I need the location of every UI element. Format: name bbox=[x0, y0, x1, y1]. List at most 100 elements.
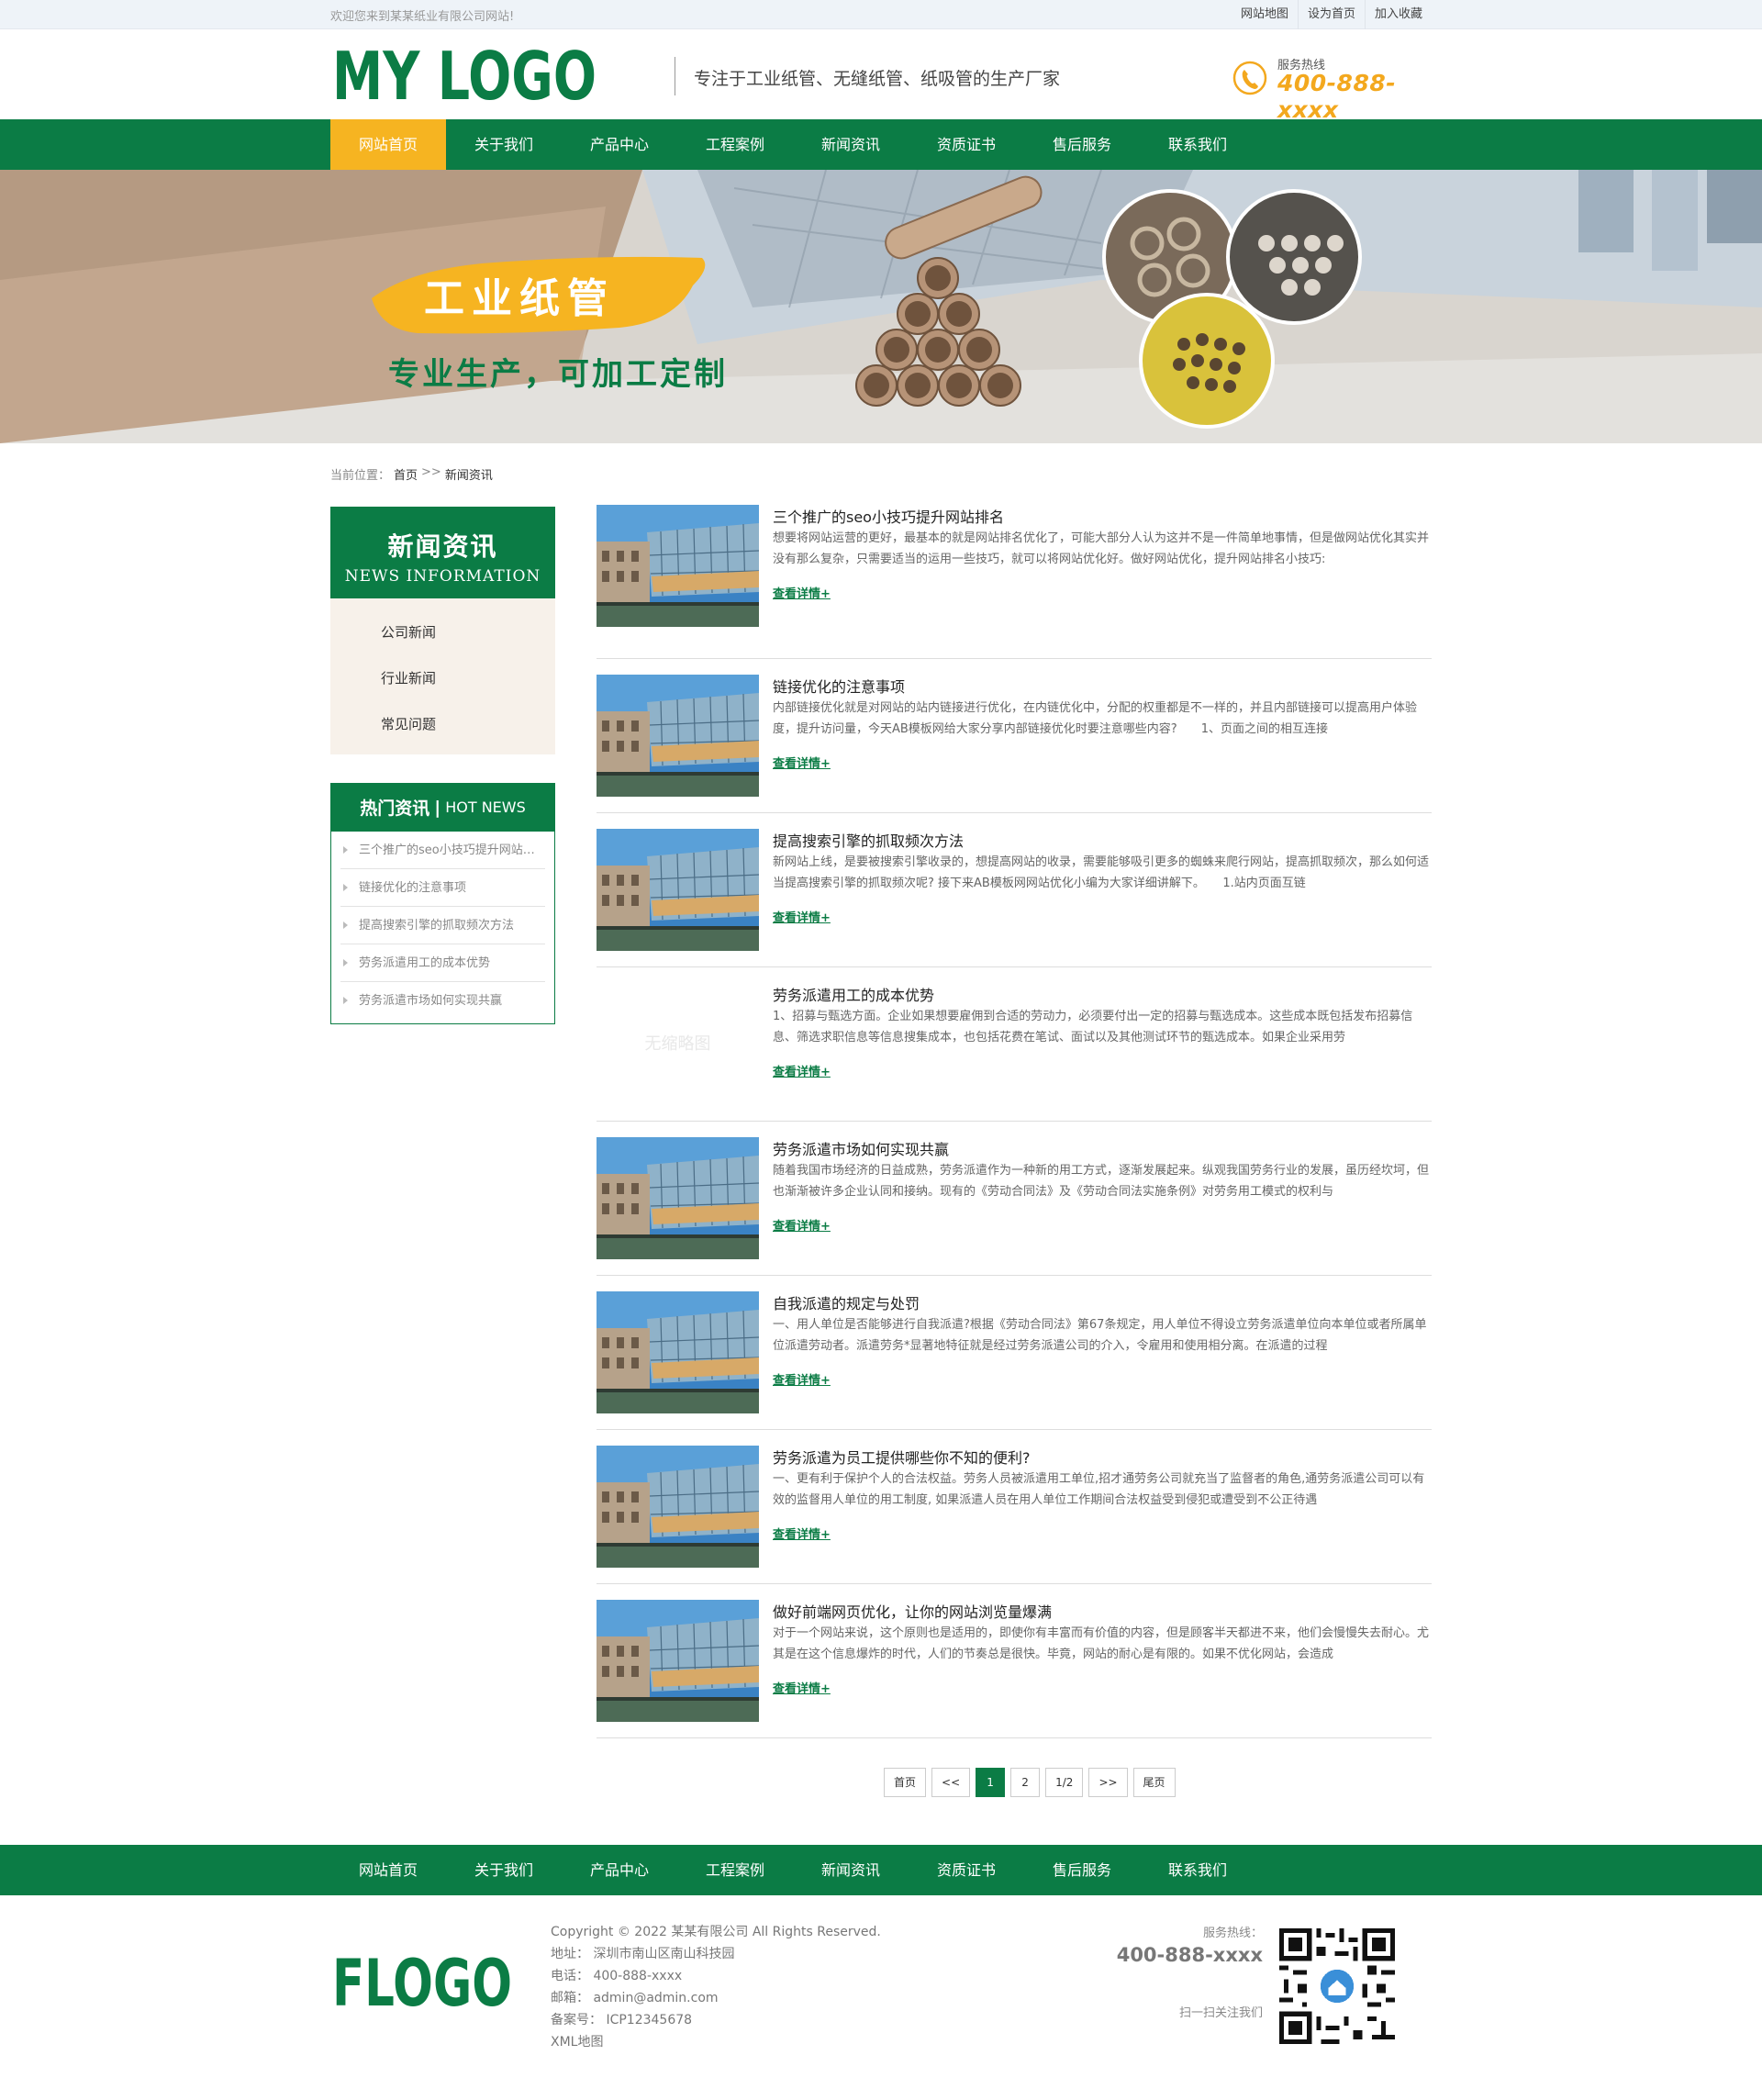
sidebar: 新闻资讯 NEWS INFORMATION 公司新闻 行业新闻 常见问题 热门资… bbox=[330, 507, 555, 1024]
news-thumbnail[interactable] bbox=[597, 1446, 759, 1568]
footer-address: 地址： 深圳市南山区南山科技园 bbox=[551, 1947, 735, 1961]
hot-news-item[interactable]: 链接优化的注意事项 bbox=[340, 869, 545, 907]
breadcrumb-separator: >> bbox=[421, 465, 441, 479]
news-title-link[interactable]: 劳务派遣用工的成本优势 bbox=[773, 983, 934, 1005]
breadcrumb-home[interactable]: 首页 bbox=[394, 465, 418, 483]
news-summary: 一、更有利于保护个人的合法权益。劳务人员被派遣用工单位,招才通劳务公司就充当了监… bbox=[773, 1472, 1425, 1507]
news-title-link[interactable]: 做好前端网页优化，让你的网站浏览量爆满 bbox=[773, 1600, 1052, 1622]
hot-news-box: 热门资讯 | HOT NEWS 三个推广的seo小技巧提升网站排名 链接优化的注… bbox=[330, 783, 555, 1024]
read-more-link[interactable]: 查看详情+ bbox=[773, 584, 831, 601]
footer-nav-contact[interactable]: 联系我们 bbox=[1140, 1845, 1255, 1895]
breadcrumb: 当前位置： 首页 >> 新闻资讯 bbox=[330, 465, 493, 483]
breadcrumb-current: 新闻资讯 bbox=[444, 469, 493, 483]
hot-news-item[interactable]: 提高搜索引擎的抓取频次方法 bbox=[340, 907, 545, 944]
category-title-en: NEWS INFORMATION bbox=[344, 567, 541, 586]
news-thumbnail[interactable] bbox=[597, 675, 759, 797]
hot-news-item[interactable]: 劳务派遣市场如何实现共赢 bbox=[340, 982, 545, 1020]
news-summary: 新网站上线，是要被搜索引擎收录的，想提高网站的收录，需要能够吸引更多的蜘蛛来爬行… bbox=[773, 855, 1430, 890]
sitemap-link[interactable]: 网站地图 bbox=[1232, 0, 1298, 29]
site-logo[interactable]: MY LOGO bbox=[332, 42, 598, 106]
category-list: 公司新闻 行业新闻 常见问题 bbox=[330, 598, 555, 754]
set-homepage-link[interactable]: 设为首页 bbox=[1297, 0, 1365, 29]
page-prev[interactable]: << bbox=[931, 1768, 971, 1797]
footer-info: Copyright © 2022 某某有限公司 All Rights Reser… bbox=[551, 1921, 881, 2053]
footer-hotline: 服务热线： 400-888-xxxx 扫一扫关注我们 bbox=[1092, 1923, 1263, 2020]
news-thumbnail[interactable] bbox=[597, 1600, 759, 1722]
hot-news-list: 三个推广的seo小技巧提升网站排名 链接优化的注意事项 提高搜索引擎的抓取频次方… bbox=[331, 832, 554, 1023]
read-more-link[interactable]: 查看详情+ bbox=[773, 1062, 831, 1079]
category-header: 新闻资讯 NEWS INFORMATION bbox=[330, 507, 555, 598]
building-photo bbox=[597, 1446, 759, 1568]
news-thumbnail[interactable]: 无缩略图 bbox=[597, 983, 759, 1105]
news-thumbnail[interactable] bbox=[597, 505, 759, 627]
hot-news-item[interactable]: 劳务派遣用工的成本优势 bbox=[340, 944, 545, 982]
qr-code-icon bbox=[1279, 1928, 1395, 2044]
footer-copyright: Copyright © 2022 某某有限公司 All Rights Reser… bbox=[551, 1925, 881, 1939]
page-last[interactable]: 尾页 bbox=[1132, 1768, 1176, 1797]
nav-products[interactable]: 产品中心 bbox=[562, 119, 677, 170]
breadcrumb-prefix: 当前位置： bbox=[330, 469, 391, 483]
hot-news-item[interactable]: 三个推广的seo小技巧提升网站排名 bbox=[340, 832, 545, 869]
building-photo bbox=[597, 505, 759, 627]
nav-cases[interactable]: 工程案例 bbox=[677, 119, 793, 170]
add-favorite-link[interactable]: 加入收藏 bbox=[1364, 0, 1432, 29]
hot-news-divider: | bbox=[434, 797, 441, 818]
footer-nav-news[interactable]: 新闻资讯 bbox=[793, 1845, 909, 1895]
news-thumbnail[interactable] bbox=[597, 1291, 759, 1413]
news-item: 三个推广的seo小技巧提升网站排名 想要将网站运营的更好，最基本的就是网站排名优化… bbox=[597, 505, 1432, 659]
footer-logo[interactable]: FLOGO bbox=[332, 1949, 514, 2011]
category-item-company-news[interactable]: 公司新闻 bbox=[330, 609, 555, 655]
hot-news-title-en: HOT NEWS bbox=[445, 799, 526, 816]
news-thumbnail[interactable] bbox=[597, 1137, 759, 1259]
news-item: 劳务派遣为员工提供哪些你不知的便利? 一、更有利于保护个人的合法权益。劳务人员被派… bbox=[597, 1430, 1432, 1584]
footer-nav-certificates[interactable]: 资质证书 bbox=[909, 1845, 1024, 1895]
footer-nav-home[interactable]: 网站首页 bbox=[330, 1845, 446, 1895]
footer-icp[interactable]: 备案号： ICP12345678 bbox=[551, 2009, 881, 2031]
top-links: 网站地图 设为首页 加入收藏 bbox=[1232, 0, 1432, 29]
nav-news[interactable]: 新闻资讯 bbox=[793, 119, 909, 170]
news-item: 劳务派遣市场如何实现共赢 随着我国市场经济的日益成熟，劳务派遣作为一种新的用工方式… bbox=[597, 1122, 1432, 1276]
news-title-link[interactable]: 提高搜索引擎的抓取频次方法 bbox=[773, 829, 964, 851]
news-title-link[interactable]: 链接优化的注意事项 bbox=[773, 675, 905, 697]
news-thumbnail[interactable] bbox=[597, 829, 759, 951]
footer-scan-text: 扫一扫关注我们 bbox=[1178, 2006, 1263, 2020]
page-1[interactable]: 1 bbox=[976, 1768, 1006, 1797]
welcome-text: 欢迎您来到某某纸业有限公司网站! bbox=[330, 10, 515, 24]
nav-service[interactable]: 售后服务 bbox=[1024, 119, 1140, 170]
read-more-link[interactable]: 查看详情+ bbox=[773, 754, 831, 771]
banner-subtitle: 专业生产，可加工定制 bbox=[388, 356, 728, 393]
news-title-link[interactable]: 劳务派遣为员工提供哪些你不知的便利? bbox=[773, 1446, 1031, 1468]
page-next[interactable]: >> bbox=[1088, 1768, 1128, 1797]
footer-nav-about[interactable]: 关于我们 bbox=[446, 1845, 562, 1895]
main-nav: 网站首页 关于我们 产品中心 工程案例 新闻资讯 资质证书 售后服务 联系我们 bbox=[0, 119, 1762, 170]
news-summary: 对于一个网站来说，这个原则也是适用的，即使你有丰富而有价值的内容，但是顾客半天都… bbox=[773, 1626, 1430, 1661]
read-more-link[interactable]: 查看详情+ bbox=[773, 1216, 831, 1234]
footer-nav-cases[interactable]: 工程案例 bbox=[677, 1845, 793, 1895]
nav-certificates[interactable]: 资质证书 bbox=[909, 119, 1024, 170]
read-more-link[interactable]: 查看详情+ bbox=[773, 908, 831, 925]
footer-xml-sitemap[interactable]: XML地图 bbox=[551, 2031, 881, 2053]
footer-nav-service[interactable]: 售后服务 bbox=[1024, 1845, 1140, 1895]
top-bar: 欢迎您来到某某纸业有限公司网站! 网站地图 设为首页 加入收藏 bbox=[0, 0, 1762, 29]
building-photo bbox=[597, 829, 759, 951]
news-title-link[interactable]: 三个推广的seo小技巧提升网站排名 bbox=[773, 505, 1004, 527]
read-more-link[interactable]: 查看详情+ bbox=[773, 1525, 831, 1542]
footer-hotline-number: 400-888-xxxx bbox=[1116, 1944, 1263, 1966]
category-item-faq[interactable]: 常见问题 bbox=[330, 701, 555, 747]
category-item-industry-news[interactable]: 行业新闻 bbox=[330, 655, 555, 701]
footer-nav-products[interactable]: 产品中心 bbox=[562, 1845, 677, 1895]
page-first[interactable]: 首页 bbox=[884, 1768, 927, 1797]
page-2[interactable]: 2 bbox=[1010, 1768, 1041, 1797]
news-item: 自我派遣的规定与处罚 一、用人单位是否能够进行自我派遣?根据《劳动合同法》第67条… bbox=[597, 1276, 1432, 1430]
news-title-link[interactable]: 劳务派遣市场如何实现共赢 bbox=[773, 1137, 949, 1159]
nav-about[interactable]: 关于我们 bbox=[446, 119, 562, 170]
nav-home[interactable]: 网站首页 bbox=[330, 119, 446, 170]
news-title-link[interactable]: 自我派遣的规定与处罚 bbox=[773, 1291, 920, 1313]
banner-title: 工业纸管 bbox=[424, 275, 615, 322]
page-indicator: 1/2 bbox=[1045, 1768, 1084, 1797]
nav-contact[interactable]: 联系我们 bbox=[1140, 119, 1255, 170]
news-item: 链接优化的注意事项 内部链接优化就是对网站的站内链接进行优化，在内链优化中，分配的… bbox=[597, 659, 1432, 813]
footer-email: 邮箱： admin@admin.com bbox=[551, 1991, 719, 2005]
read-more-link[interactable]: 查看详情+ bbox=[773, 1370, 831, 1388]
read-more-link[interactable]: 查看详情+ bbox=[773, 1679, 831, 1696]
